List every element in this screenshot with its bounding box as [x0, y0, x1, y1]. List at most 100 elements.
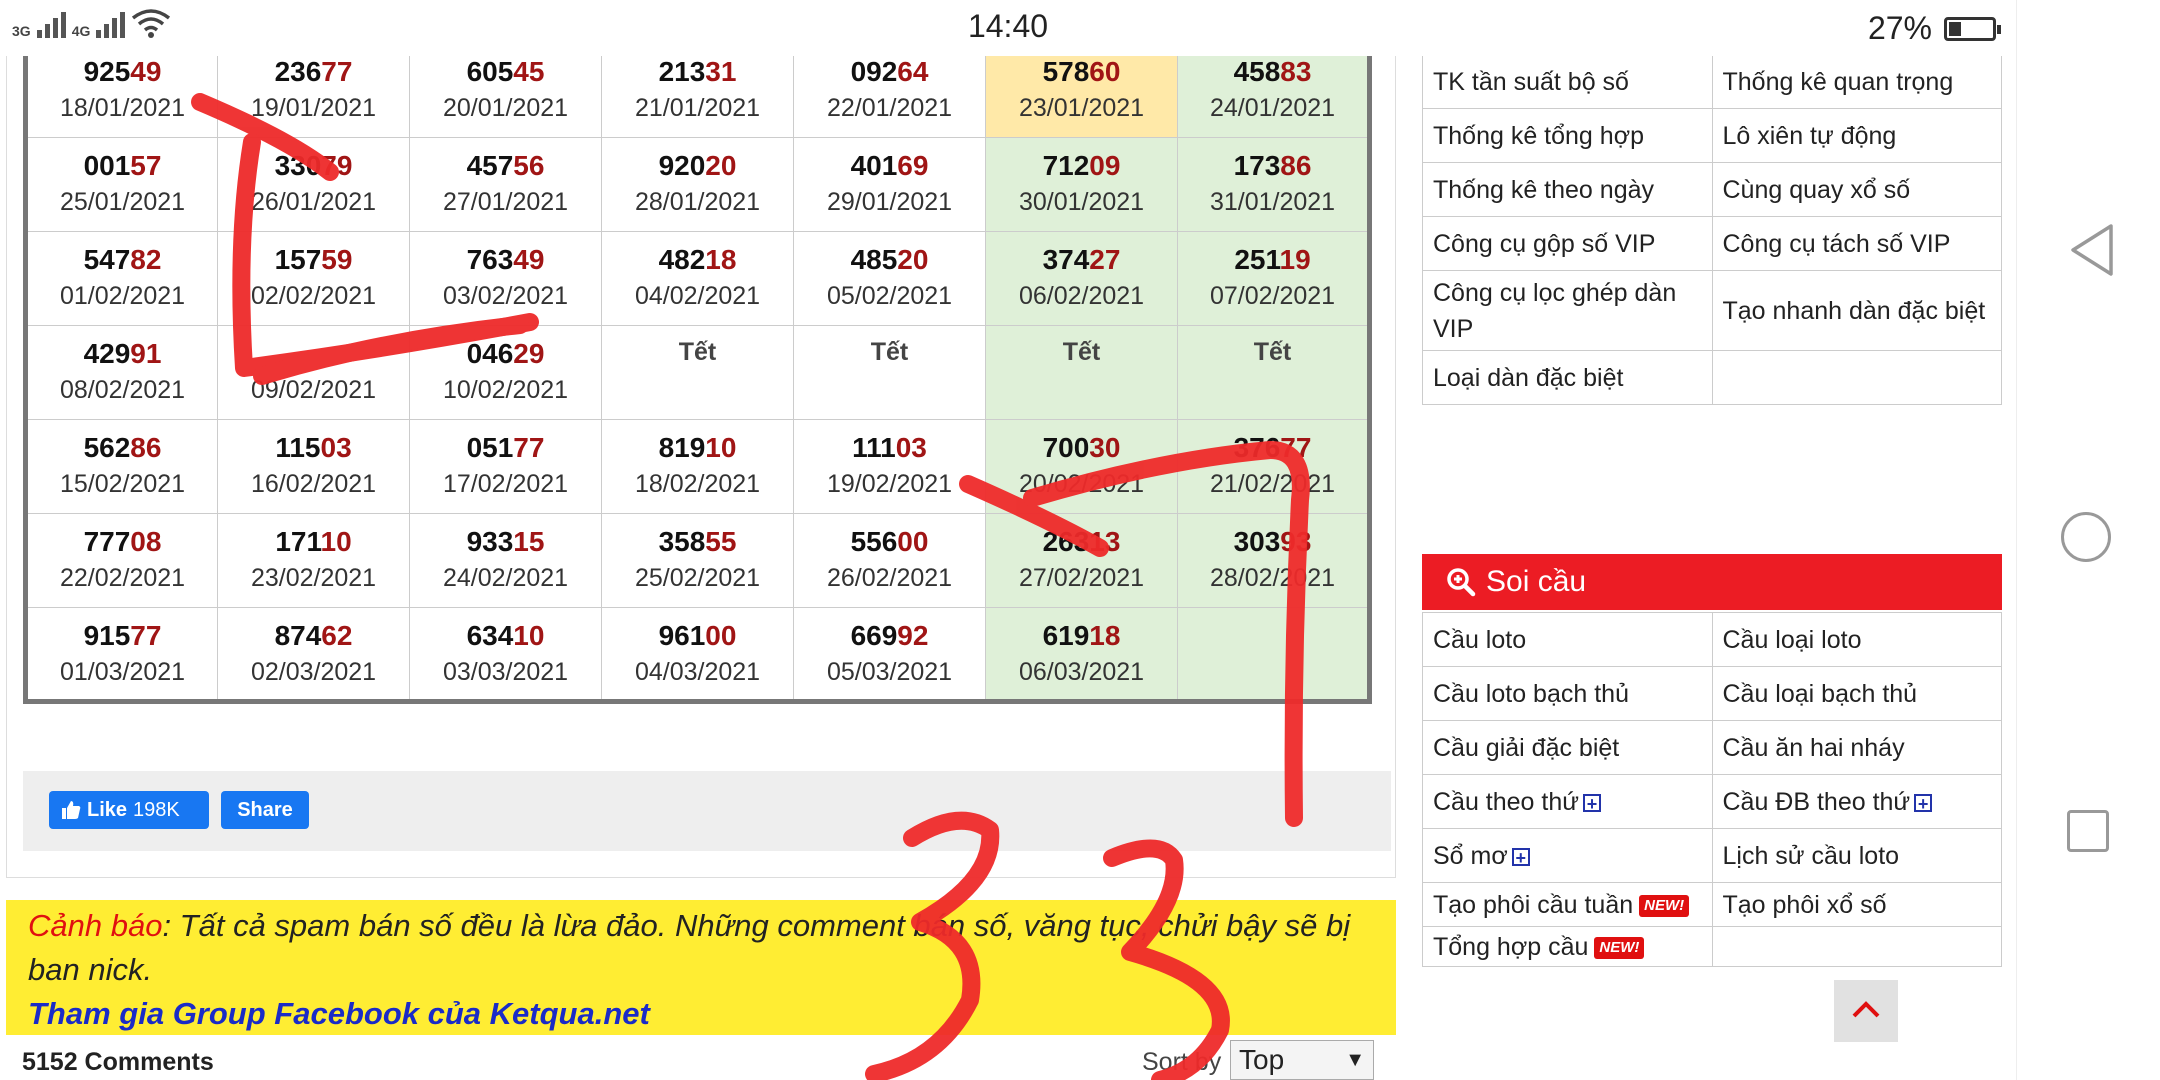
result-cell: 11103 19/02/2021 [793, 419, 986, 514]
result-cell: 55600 26/02/2021 [793, 513, 986, 608]
tools-menu-item[interactable]: Cùng quay xổ số [1711, 162, 2002, 217]
soi-cau-menu-item [1711, 926, 2002, 967]
result-cell: 66992 05/03/2021 [793, 607, 986, 702]
result-date: 21/01/2021 [634, 94, 761, 122]
tet-holiday-label: Tết [870, 338, 909, 366]
result-number: 70030 [986, 432, 1177, 464]
result-cell: Tết [601, 325, 794, 420]
result-cell: 48218 04/02/2021 [601, 231, 794, 326]
result-cell: 04629 10/02/2021 [409, 325, 602, 420]
soi-cau-menu-item[interactable]: Cầu theo thứ + [1422, 774, 1713, 829]
result-number-tail: 15 [513, 526, 545, 557]
soi-cau-menu-item[interactable]: Cầu loto [1422, 612, 1713, 667]
result-number-tail: 62 [321, 620, 353, 651]
result-number-head: 763 [466, 244, 514, 275]
results-row: 91577 01/03/2021 87462 02/03/2021 63410 03/03… [25, 607, 1370, 702]
menu-row: Tạo phôi cầu tuần NEW! Tạo phôi xổ số [1422, 882, 2002, 927]
expand-plus-icon[interactable]: + [1511, 847, 1530, 867]
status-bar: 3G 4G 14:40 27% [0, 0, 2016, 56]
result-date: 27/02/2021 [1018, 564, 1145, 592]
result-date: 26/01/2021 [250, 188, 377, 216]
tools-menu-item[interactable]: Công cụ lọc ghép dàn VIP [1422, 270, 1713, 351]
soi-cau-menu-item[interactable]: Cầu ăn hai nháy [1711, 720, 2002, 775]
result-date: 29/01/2021 [826, 188, 953, 216]
menu-item-label: Cầu loại bạch thủ [1722, 679, 1918, 708]
battery-status: 27% [1868, 10, 2001, 47]
result-number: 25119 [1178, 244, 1367, 276]
soi-cau-menu-item[interactable]: Cầu loại bạch thủ [1711, 666, 2002, 721]
soi-cau-menu-item[interactable]: Cầu ĐB theo thứ + [1711, 774, 2002, 829]
result-number: 11503 [218, 432, 409, 464]
result-number: 42991 [28, 338, 217, 370]
results-row: 77708 22/02/2021 17110 23/02/2021 93315 24/02… [25, 513, 1370, 608]
result-cell: Tết [985, 325, 1178, 420]
tools-menu-item[interactable]: Công cụ gộp số VIP [1422, 216, 1713, 271]
result-number [1178, 620, 1367, 652]
result-number: 57860 [986, 56, 1177, 88]
result-date: 22/01/2021 [826, 94, 953, 122]
result-date: 19/01/2021 [250, 94, 377, 122]
result-cell: 48520 05/02/2021 [793, 231, 986, 326]
result-number: 05177 [410, 432, 601, 464]
menu-item-label: Tạo phôi xổ số [1722, 890, 1887, 919]
sort-select[interactable]: Top ▼ [1230, 1040, 1374, 1080]
result-cell: 45883 24/01/2021 [1177, 43, 1370, 138]
tools-menu-item[interactable]: Tạo nhanh dàn đặc biệt [1711, 270, 2002, 351]
result-number-tail: 93 [1280, 526, 1312, 557]
soi-cau-menu-item[interactable]: Cầu loại loto [1711, 612, 2002, 667]
expand-plus-icon[interactable]: + [1583, 793, 1601, 813]
soi-cau-menu: Cầu loto Cầu loại loto Cầu loto bạch thủ Cầ… [1422, 612, 2002, 967]
result-number-tail: 09 [1089, 150, 1121, 181]
tools-menu-item[interactable]: Lô xiên tự động [1711, 108, 2002, 163]
facebook-like-button[interactable]: Like 198K [49, 791, 209, 829]
tools-menu-item[interactable]: Thống kê quan trọng [1711, 54, 2002, 109]
result-number-tail: 45 [513, 56, 545, 87]
home-icon[interactable] [2061, 512, 2111, 562]
menu-row: Tổng hợp cầu NEW! [1422, 926, 2002, 967]
tools-menu-item[interactable]: TK tần suất bộ số [1422, 54, 1713, 109]
result-number: 04629 [410, 338, 601, 370]
result-number-head: 634 [466, 620, 514, 651]
tools-menu-item[interactable]: Thống kê theo ngày [1422, 162, 1713, 217]
facebook-group-link[interactable]: Tham gia Group Facebook của Ketqua.net [28, 996, 650, 1031]
result-date: 09/02/2021 [250, 376, 377, 404]
result-number: 37427 [986, 244, 1177, 276]
result-number-tail: 19 [1279, 244, 1311, 275]
result-cell: 17110 23/02/2021 [217, 513, 410, 608]
result-cell: 00157 25/01/2021 [25, 137, 218, 232]
result-cell: 05177 17/02/2021 [409, 419, 602, 514]
tools-menu-item[interactable]: Công cụ tách số VIP [1711, 216, 2002, 271]
result-number-head: 251 [1234, 244, 1280, 275]
result-number: 26313 [986, 526, 1177, 558]
tools-menu-item[interactable]: Thống kê tổng hợp [1422, 108, 1713, 163]
soi-cau-menu-item[interactable]: Lịch sử cầu loto [1711, 828, 2002, 883]
result-number-head: 115 [275, 432, 321, 463]
expand-plus-icon[interactable]: + [1914, 793, 1933, 813]
result-number: 76349 [410, 244, 601, 276]
scroll-to-top-button[interactable] [1834, 980, 1898, 1042]
soi-cau-menu-item[interactable]: Tạo phôi cầu tuần NEW! [1422, 882, 1713, 927]
result-cell: 37427 06/02/2021 [985, 231, 1178, 326]
result-number: 63410 [410, 620, 601, 652]
facebook-share-button[interactable]: Share [221, 791, 309, 829]
result-number: 40169 [794, 150, 985, 182]
result-number: 92020 [602, 150, 793, 182]
result-number-tail: 77 [513, 432, 545, 463]
back-icon[interactable] [2067, 222, 2117, 278]
result-date: 24/02/2021 [442, 564, 569, 592]
soi-cau-menu-item[interactable]: Cầu giải đặc biệt [1422, 720, 1713, 775]
tools-menu-item[interactable]: Loại dàn đặc biệt [1422, 350, 1713, 405]
result-number: 33079 [218, 150, 409, 182]
result-number-head: 376 [1233, 432, 1281, 463]
result-number-tail: 55 [705, 526, 737, 557]
recent-apps-icon[interactable] [2067, 810, 2109, 852]
soi-cau-menu-item[interactable]: Cầu loto bạch thủ [1422, 666, 1713, 721]
result-date: 03/02/2021 [442, 282, 569, 310]
soi-cau-menu-item[interactable]: Tổng hợp cầu NEW! [1422, 926, 1713, 967]
soi-cau-menu-item[interactable]: Sổ mơ + [1422, 828, 1713, 883]
result-cell: 71209 30/01/2021 [985, 137, 1178, 232]
result-date: 04/02/2021 [634, 282, 761, 310]
soi-cau-menu-item[interactable]: Tạo phôi xổ số [1711, 882, 2002, 927]
result-number-head: 111 [852, 432, 896, 463]
result-cell: 40169 29/01/2021 [793, 137, 986, 232]
